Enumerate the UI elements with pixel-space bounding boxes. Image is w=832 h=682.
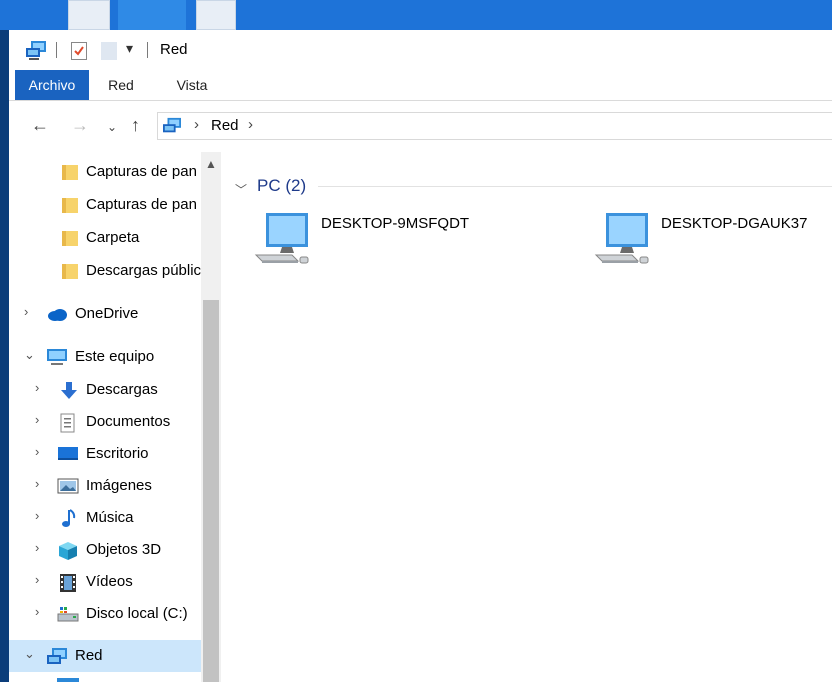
music-icon bbox=[61, 509, 79, 527]
taskbar-strip bbox=[0, 0, 832, 30]
up-arrow-icon[interactable]: ↑ bbox=[131, 115, 140, 135]
tab-red[interactable]: Red bbox=[97, 70, 145, 100]
cloud-icon bbox=[46, 305, 67, 323]
cube-icon bbox=[58, 541, 77, 560]
expand-chevron-icon[interactable]: › bbox=[35, 412, 39, 427]
video-icon bbox=[59, 573, 77, 592]
nav-item-objetos-3d[interactable]: › Objetos 3D bbox=[9, 534, 201, 566]
computer-item[interactable]: DESKTOP-9MSFQDT bbox=[252, 207, 552, 277]
file-explorer-window: ▾ Red Archivo Red Vista ← → ⌄ ↑ › Red › bbox=[9, 30, 832, 682]
expand-chevron-icon[interactable]: › bbox=[35, 444, 39, 459]
navigation-bar: ← → ⌄ ↑ › Red › bbox=[9, 101, 832, 151]
nav-item-label: Carpeta bbox=[86, 229, 140, 246]
ribbon-tabs: Archivo Red Vista bbox=[9, 70, 832, 101]
expand-chevron-icon[interactable]: › bbox=[35, 540, 39, 555]
content-pane: ﹀ PC (2) DESKTOP-9MSFQDT DESKTOP-DGAUK37 bbox=[222, 152, 832, 682]
nav-item-videos[interactable]: › Vídeos bbox=[9, 566, 201, 598]
breadcrumb-red[interactable]: Red bbox=[211, 117, 239, 134]
window-thumbnail[interactable] bbox=[196, 0, 236, 30]
nav-item-musica[interactable]: › Música bbox=[9, 502, 201, 534]
back-arrow-icon[interactable]: ← bbox=[31, 115, 49, 135]
breadcrumb-chevron-icon[interactable]: › bbox=[248, 116, 253, 133]
network-icon bbox=[46, 647, 67, 665]
folder-icon bbox=[61, 196, 79, 214]
drive-icon bbox=[57, 605, 79, 623]
desktop-icon bbox=[57, 445, 78, 463]
collapse-chevron-icon[interactable]: ⌄ bbox=[24, 646, 35, 662]
window-thumbnail[interactable] bbox=[118, 0, 186, 30]
nav-item-label: Este equipo bbox=[75, 348, 155, 365]
nav-item-label: Imágenes bbox=[86, 477, 152, 494]
document-icon bbox=[59, 413, 77, 433]
nav-item-descargas[interactable]: › Descargas bbox=[9, 374, 201, 406]
window-thumbnail[interactable] bbox=[68, 0, 110, 30]
folder-icon bbox=[61, 163, 79, 181]
nav-item-label: Disco local (C:) bbox=[86, 605, 188, 622]
title-bar: ▾ Red bbox=[9, 30, 832, 70]
tab-archivo[interactable]: Archivo bbox=[15, 70, 89, 100]
computer-name: DESKTOP-9MSFQDT bbox=[321, 215, 470, 232]
nav-item-label: Descargas bbox=[86, 381, 158, 398]
nav-item-capturas-1[interactable]: Capturas de pan bbox=[9, 156, 201, 188]
folder-icon bbox=[61, 262, 79, 280]
pc-icon bbox=[57, 678, 79, 682]
folder-icon bbox=[61, 229, 79, 247]
nav-item-este-equipo[interactable]: ⌄ Este equipo bbox=[9, 341, 201, 373]
expand-chevron-icon[interactable]: › bbox=[24, 304, 28, 319]
nav-item-label: Objetos 3D bbox=[86, 541, 162, 558]
recent-locations-chevron-icon[interactable]: ⌄ bbox=[107, 117, 117, 137]
expand-chevron-icon[interactable]: › bbox=[35, 572, 39, 587]
nav-item-red[interactable]: ⌄ Red bbox=[9, 640, 201, 672]
computer-icon bbox=[592, 211, 654, 272]
navigation-pane: Capturas de pan Capturas de pan Carpeta … bbox=[9, 152, 221, 682]
nav-item-label: Música bbox=[86, 509, 134, 526]
separator bbox=[56, 42, 57, 58]
nav-item-label: Red bbox=[75, 647, 103, 664]
separator bbox=[147, 42, 148, 58]
tab-vista[interactable]: Vista bbox=[165, 70, 219, 100]
nav-item-label: Capturas de pan bbox=[86, 163, 197, 180]
nav-item-escritorio[interactable]: › Escritorio bbox=[9, 438, 201, 470]
breadcrumb-chevron-icon[interactable]: › bbox=[194, 116, 199, 133]
group-divider bbox=[318, 186, 832, 187]
computer-name: DESKTOP-DGAUK37 bbox=[661, 215, 808, 232]
nav-item-onedrive[interactable]: › OneDrive bbox=[9, 298, 201, 330]
nav-scrollbar[interactable]: ▲ bbox=[201, 152, 221, 682]
group-header[interactable]: PC (2) bbox=[257, 176, 306, 196]
nav-item-label: Capturas de pan bbox=[86, 196, 197, 213]
expand-chevron-icon[interactable]: › bbox=[35, 380, 39, 395]
computer-item[interactable]: DESKTOP-DGAUK37 bbox=[592, 207, 832, 277]
network-icon bbox=[162, 117, 182, 138]
network-icon bbox=[25, 40, 47, 63]
download-icon bbox=[59, 381, 77, 399]
nav-item-label: Escritorio bbox=[86, 445, 149, 462]
address-bar[interactable]: › Red › bbox=[157, 112, 832, 140]
nav-item-disco-local[interactable]: › Disco local (C:) bbox=[9, 598, 201, 630]
nav-item-imagenes[interactable]: › Imágenes bbox=[9, 470, 201, 502]
new-folder-icon[interactable] bbox=[101, 42, 117, 63]
window-title: Red bbox=[160, 41, 188, 58]
scroll-thumb[interactable] bbox=[203, 300, 219, 682]
expand-chevron-icon[interactable]: › bbox=[35, 508, 39, 523]
properties-icon[interactable] bbox=[71, 42, 87, 63]
nav-item-label: Vídeos bbox=[86, 573, 133, 590]
forward-arrow-icon[interactable]: → bbox=[71, 115, 89, 135]
computer-icon bbox=[252, 211, 314, 272]
background-edge bbox=[0, 30, 9, 682]
expand-chevron-icon[interactable]: › bbox=[35, 476, 39, 491]
scroll-up-arrow-icon[interactable]: ▲ bbox=[205, 157, 217, 171]
nav-item-label: Descargas públic bbox=[86, 262, 202, 279]
images-icon bbox=[57, 477, 79, 495]
nav-item-label: Documentos bbox=[86, 413, 171, 430]
expand-chevron-icon[interactable]: › bbox=[35, 604, 39, 619]
nav-item-capturas-2[interactable]: Capturas de pan bbox=[9, 189, 201, 221]
customize-toolbar-dropdown-icon[interactable]: ▾ bbox=[126, 40, 133, 57]
nav-item-documentos[interactable]: › Documentos bbox=[9, 406, 201, 438]
nav-item-descargas-publicas[interactable]: Descargas públic bbox=[9, 255, 201, 287]
nav-item-carpeta[interactable]: Carpeta bbox=[9, 222, 201, 254]
nav-item-label: OneDrive bbox=[75, 305, 139, 322]
pc-icon bbox=[46, 348, 67, 366]
collapse-chevron-icon[interactable]: ⌄ bbox=[24, 347, 35, 363]
group-collapse-chevron-icon[interactable]: ﹀ bbox=[235, 181, 247, 198]
